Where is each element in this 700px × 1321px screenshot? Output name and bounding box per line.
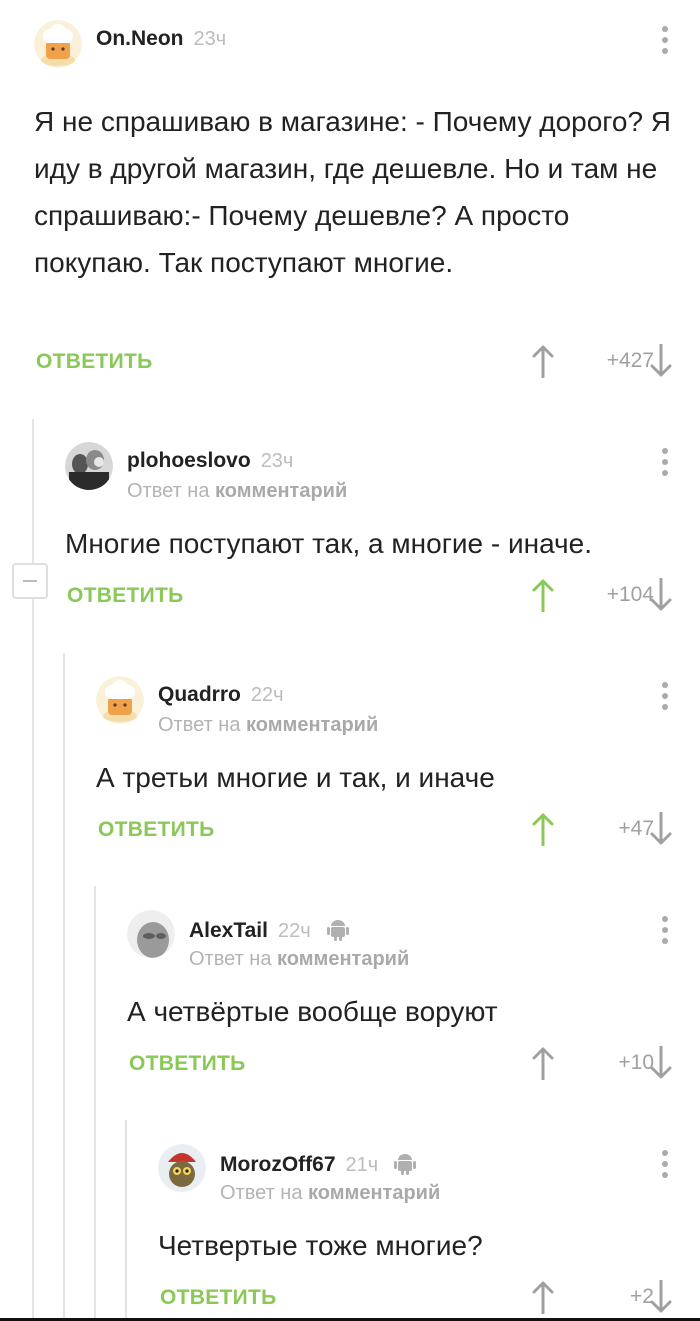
comment: AlexTail 22ч Ответ на комментарий А четвё… (127, 910, 700, 1110)
more-options-icon[interactable] (660, 448, 670, 481)
upvote-arrow-icon[interactable] (532, 1280, 554, 1314)
avatar[interactable] (65, 442, 113, 490)
comment-time: 22ч (277, 920, 311, 942)
comment-text: Я не спрашиваю в магазине: - Почему доро… (34, 106, 672, 278)
comment-score: +104 (606, 583, 654, 606)
comment: plohoeslovo 23ч Ответ на комментарий Мног… (65, 442, 700, 642)
reply-to-label: Ответ на комментарий (220, 1182, 441, 1204)
comment-author[interactable]: MorozOff67 21ч (220, 1151, 417, 1177)
thread-line (125, 1120, 127, 1321)
comment-score: +427 (606, 349, 654, 372)
reply-button[interactable]: ОТВЕТИТЬ (160, 1286, 277, 1310)
comment-text: Многие поступают так, а многие - иначе. (65, 528, 592, 559)
comment-author[interactable]: plohoeslovo 23ч (127, 449, 293, 473)
reply-to-link[interactable]: комментарий (308, 1182, 440, 1204)
thread-line (63, 653, 65, 1321)
more-options-icon[interactable] (660, 26, 670, 59)
downvote-arrow-icon[interactable] (650, 812, 672, 846)
upvote-arrow-icon[interactable] (532, 578, 554, 612)
reply-to-link[interactable]: комментарий (215, 480, 347, 502)
face-avatar-icon (127, 910, 175, 958)
comment-score: +47 (618, 817, 654, 840)
android-icon (394, 1154, 417, 1175)
downvote-arrow-icon[interactable] (650, 1046, 672, 1080)
comment-time: 23ч (260, 450, 294, 472)
comment: On.Neon 23ч Я не спрашиваю в магазине: - … (34, 20, 700, 400)
reply-button[interactable]: ОТВЕТИТЬ (36, 350, 153, 374)
comment: Quadrro 22ч Ответ на комментарий А третьи… (96, 676, 700, 876)
comment-time: 23ч (193, 28, 227, 50)
more-options-icon[interactable] (660, 916, 670, 949)
android-icon (326, 920, 349, 941)
comment-time: 22ч (250, 684, 284, 706)
thread-line (32, 419, 34, 1321)
comment-score: +2 (630, 1285, 654, 1308)
reply-to-link[interactable]: комментарий (277, 948, 409, 970)
comment-author[interactable]: Quadrro 22ч (158, 683, 284, 707)
photo-avatar-icon (65, 442, 113, 490)
avatar[interactable] (127, 910, 175, 958)
reply-to-label: Ответ на комментарий (189, 948, 410, 970)
upvote-arrow-icon[interactable] (532, 344, 554, 378)
creature-avatar-icon (158, 1144, 206, 1192)
collapse-thread-button[interactable] (12, 563, 48, 599)
comment-text: А четвёртые вообще воруют (127, 996, 498, 1027)
downvote-arrow-icon[interactable] (650, 1280, 672, 1314)
avatar[interactable] (158, 1144, 206, 1192)
comment-author[interactable]: AlexTail 22ч (189, 917, 349, 943)
upvote-arrow-icon[interactable] (532, 812, 554, 846)
reply-to-label: Ответ на комментарий (127, 480, 348, 502)
comment-author[interactable]: On.Neon 23ч (96, 27, 226, 51)
chef-hat-avatar-icon (96, 676, 144, 724)
reply-button[interactable]: ОТВЕТИТЬ (67, 584, 184, 608)
comment-text: А третьи многие и так, и иначе (96, 762, 495, 793)
downvote-arrow-icon[interactable] (650, 344, 672, 378)
downvote-arrow-icon[interactable] (650, 578, 672, 612)
reply-button[interactable]: ОТВЕТИТЬ (129, 1052, 246, 1076)
upvote-arrow-icon[interactable] (532, 1046, 554, 1080)
reply-button[interactable]: ОТВЕТИТЬ (98, 818, 215, 842)
more-options-icon[interactable] (660, 1150, 670, 1183)
chef-hat-avatar-icon (34, 20, 82, 68)
avatar[interactable] (34, 20, 82, 68)
more-options-icon[interactable] (660, 682, 670, 715)
comment: MorozOff67 21ч Ответ на комментарий Четве… (158, 1144, 700, 1320)
comment-time: 21ч (345, 1154, 379, 1176)
reply-to-link[interactable]: комментарий (246, 714, 378, 736)
comment-score: +10 (618, 1051, 654, 1074)
comment-text: Четвертые тоже многие? (158, 1230, 483, 1261)
avatar[interactable] (96, 676, 144, 724)
reply-to-label: Ответ на комментарий (158, 714, 379, 736)
thread-line (94, 886, 96, 1321)
